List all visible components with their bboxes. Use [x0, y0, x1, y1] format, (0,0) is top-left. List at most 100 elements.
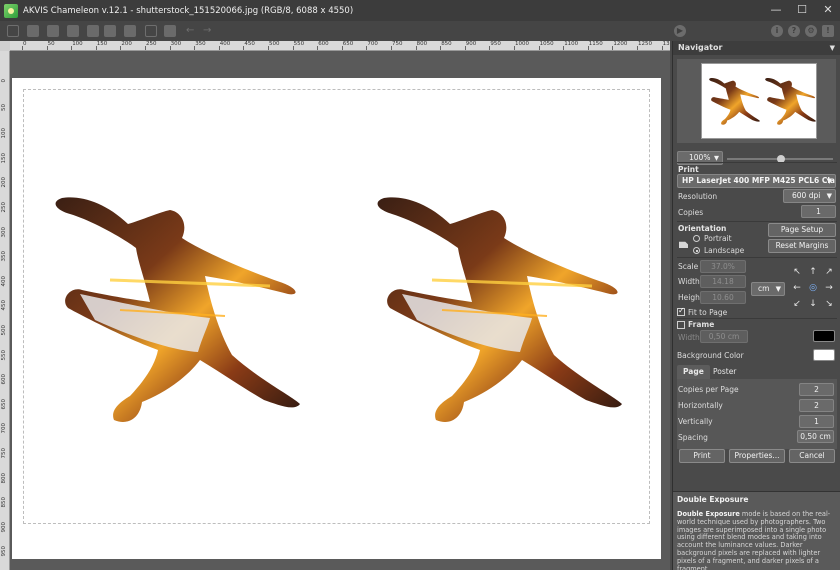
tab-page[interactable]: Page — [677, 365, 710, 379]
navigator-title: Navigator — [678, 43, 723, 52]
ruler-label: 0 — [1, 79, 7, 83]
canvas-area[interactable] — [10, 51, 670, 570]
navigator-dancer-1 — [709, 77, 760, 125]
horizontally-input[interactable]: 2 — [799, 399, 834, 412]
reset-margins-button[interactable]: Reset Margins — [768, 239, 836, 253]
tips-icon[interactable]: ! — [822, 25, 834, 37]
landscape-radio[interactable] — [693, 247, 700, 254]
ruler-label: 1200 — [613, 41, 628, 47]
print-icon[interactable] — [67, 25, 79, 37]
save-icon[interactable] — [27, 25, 39, 37]
import-icon[interactable] — [104, 25, 116, 37]
scale-input[interactable]: 37.0% — [700, 260, 746, 273]
maximize-button[interactable]: ☐ — [796, 3, 808, 17]
align-bottom-icon[interactable]: ↓ — [808, 299, 818, 309]
align-right-icon[interactable]: → — [824, 283, 834, 293]
ruler-label: 250 — [1, 202, 7, 213]
app-logo-icon — [4, 3, 18, 18]
unit-select[interactable]: cm ▼ — [751, 282, 785, 296]
chevron-down-icon: ▼ — [826, 192, 832, 200]
ruler-tick — [218, 46, 220, 50]
print-page-preview — [12, 78, 661, 559]
resolution-select[interactable]: 600 dpi ▼ — [783, 189, 836, 203]
align-bottom-left-icon[interactable]: ↙ — [792, 299, 802, 309]
navigator-header: Navigator ▼ — [673, 41, 840, 55]
ruler-tick — [341, 46, 343, 50]
ruler-label: 900 — [465, 41, 477, 47]
print-button[interactable]: Print — [679, 449, 725, 463]
frame-checkbox[interactable] — [677, 321, 685, 329]
window-controls: — ☐ ✕ — [770, 3, 834, 17]
ruler-tick — [317, 46, 319, 50]
divider — [677, 318, 837, 319]
align-top-icon[interactable]: ↑ — [808, 267, 818, 277]
orientation-title: Orientation — [678, 224, 727, 233]
ruler-tick — [415, 46, 417, 50]
ruler-tick — [71, 46, 73, 50]
align-bottom-right-icon[interactable]: ↘ — [824, 299, 834, 309]
ruler-label: 150 — [1, 152, 7, 164]
ruler-label: 450 — [244, 41, 255, 47]
align-top-right-icon[interactable]: ↗ — [824, 267, 834, 277]
export-icon[interactable] — [87, 25, 99, 37]
fit-to-page-checkbox[interactable] — [677, 306, 685, 316]
ruler-tick — [563, 46, 565, 50]
ruler-tick — [464, 46, 466, 50]
frame-width-input[interactable]: 0,50 cm — [700, 330, 748, 343]
copies-label: Copies — [678, 208, 704, 217]
ruler-tick — [612, 46, 614, 50]
redo-icon[interactable]: → — [203, 25, 215, 37]
align-left-icon[interactable]: ← — [792, 283, 802, 293]
layers-icon[interactable] — [145, 25, 157, 37]
run-icon[interactable]: ▶ — [674, 25, 686, 37]
properties-button[interactable]: Properties... — [729, 449, 785, 463]
align-top-left-icon[interactable]: ↖ — [792, 267, 802, 277]
printer-icon[interactable] — [124, 25, 136, 37]
ruler-label: 500 — [1, 325, 7, 336]
ruler-tick — [292, 46, 294, 50]
help-text: Double Exposure mode is based on the rea… — [677, 510, 837, 570]
ruler-label: 400 — [219, 41, 231, 47]
frame-color-swatch[interactable] — [813, 330, 835, 342]
ruler-label: 300 — [1, 226, 7, 238]
printer-select[interactable]: HP LaserJet 400 MFP M425 PCL6 Class ... … — [677, 174, 836, 188]
ruler-tick — [366, 46, 368, 50]
chevron-down-icon[interactable]: ▼ — [830, 41, 835, 55]
portrait-radio[interactable] — [693, 235, 700, 242]
open-icon[interactable] — [7, 25, 19, 37]
help-title: Double Exposure — [677, 495, 749, 504]
minimize-button[interactable]: — — [770, 3, 782, 17]
help-icon[interactable]: ? — [788, 25, 800, 37]
ruler-tick — [22, 46, 23, 50]
align-center-icon[interactable]: ◎ — [808, 283, 818, 293]
navigator-preview[interactable] — [677, 59, 836, 143]
tab-poster[interactable]: Poster — [707, 365, 742, 379]
cancel-button[interactable]: Cancel — [789, 449, 835, 463]
ruler-label: 50 — [1, 103, 7, 111]
printer-name: HP LaserJet 400 MFP M425 PCL6 Class ... — [682, 176, 835, 185]
help-text-bold: Double Exposure — [677, 510, 740, 518]
ruler-label: 450 — [1, 300, 7, 311]
close-button[interactable]: ✕ — [822, 3, 834, 17]
crop-icon[interactable] — [164, 25, 176, 37]
ruler-tick — [243, 46, 245, 50]
ruler-label: 800 — [416, 41, 428, 47]
spacing-input[interactable]: 0,50 cm — [797, 430, 834, 443]
background-color-swatch[interactable] — [813, 349, 835, 361]
copies-input[interactable]: 1 — [801, 205, 836, 218]
frame-label: Frame — [688, 320, 715, 329]
page-tab-content: Copies per Page 2 Horizontally 2 Vertica… — [677, 379, 837, 449]
share-icon[interactable] — [47, 25, 59, 37]
undo-icon[interactable]: ← — [186, 25, 198, 37]
vertically-input[interactable]: 1 — [799, 415, 834, 428]
height-input[interactable]: 10.60 — [700, 291, 746, 304]
ruler-tick — [637, 46, 638, 50]
copies-per-page-input[interactable]: 2 — [799, 383, 834, 396]
chevron-down-icon: ▼ — [826, 177, 832, 185]
navigator-page-thumbnail — [701, 63, 817, 139]
resolution-value: 600 dpi — [792, 191, 821, 200]
settings-icon[interactable]: ⚙ — [805, 25, 817, 37]
width-input[interactable]: 14.18 — [700, 275, 746, 288]
page-setup-button[interactable]: Page Setup — [768, 223, 836, 237]
info-icon[interactable]: i — [771, 25, 783, 37]
